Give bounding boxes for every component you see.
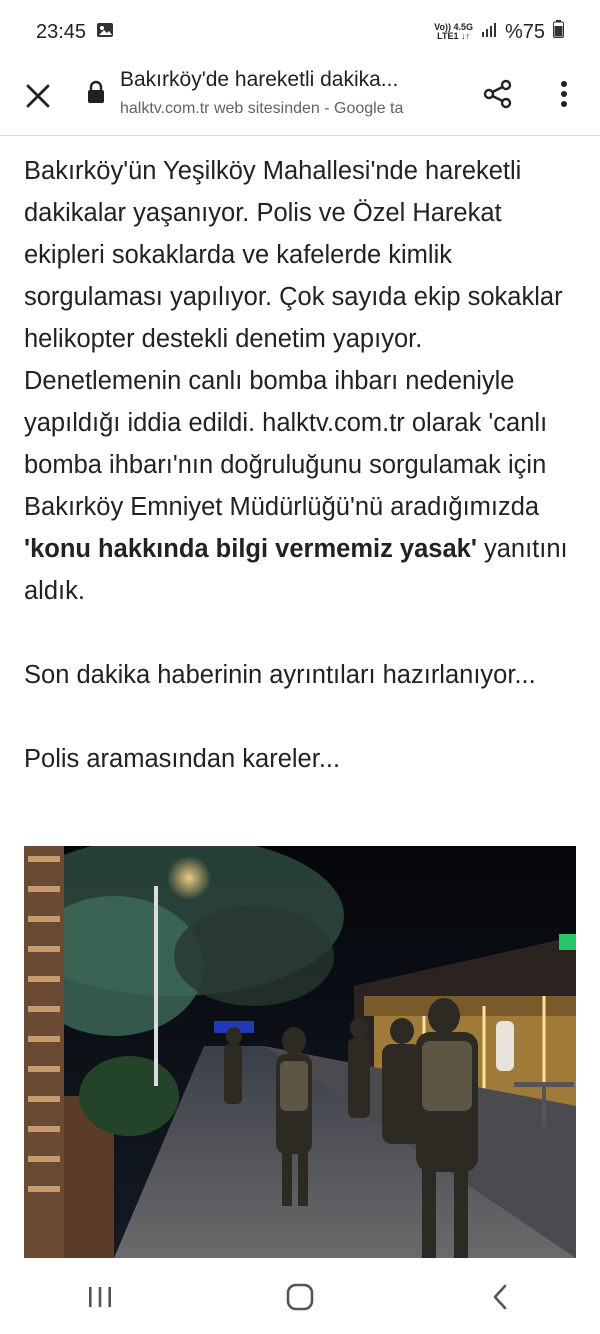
article-paragraph-1: Bakırköy'ün Yeşilköy Mahallesi'nde harek…: [24, 150, 580, 612]
article-body: Bakırköy'ün Yeşilköy Mahallesi'nde harek…: [24, 150, 580, 780]
status-left: 23:45: [36, 21, 114, 44]
police-night-scene-image: [24, 846, 576, 1258]
system-navigation-bar: [0, 1260, 600, 1334]
page-url[interactable]: halktv.com.tr web sitesinden - Google ta: [120, 100, 450, 118]
signal-icon: [481, 21, 497, 44]
network-indicator: Vo)) 4.5G LTE1 ↓↑: [434, 23, 473, 41]
status-bar: 23:45 Vo)) 4.5G LTE1 ↓↑ %75: [0, 0, 600, 64]
more-vert-icon: [561, 81, 567, 107]
page-title[interactable]: Bakırköy'de hareketli dakika...: [120, 68, 460, 92]
status-right: Vo)) 4.5G LTE1 ↓↑ %75: [434, 20, 564, 44]
close-button[interactable]: [20, 78, 56, 114]
status-time: 23:45: [36, 20, 87, 43]
back-button[interactable]: [460, 1267, 540, 1327]
lock-icon: [86, 80, 106, 109]
bold-quote: 'konu hakkında bilgi vermemiz yasak': [24, 535, 477, 563]
article-paragraph-3: Polis aramasından kareler...: [24, 745, 341, 773]
paragraph-1-text: Bakırköy'ün Yeşilköy Mahallesi'nde harek…: [24, 157, 563, 521]
close-icon: [26, 84, 50, 108]
home-button[interactable]: [260, 1267, 340, 1327]
custom-tab-toolbar: Bakırköy'de hareketli dakika... halktv.c…: [0, 64, 600, 136]
more-options-button[interactable]: [548, 74, 580, 114]
back-icon: [493, 1284, 507, 1310]
recents-button[interactable]: [60, 1267, 140, 1327]
battery-percent: %75: [504, 20, 545, 43]
gallery-notification-icon: [96, 21, 114, 44]
battery-icon: [553, 20, 564, 44]
article-paragraph-2: Son dakika haberinin ayrıntıları hazırla…: [24, 661, 536, 689]
share-icon: [483, 79, 512, 109]
share-button[interactable]: [478, 74, 518, 114]
news-photo[interactable]: [24, 846, 576, 1258]
home-icon: [286, 1283, 314, 1311]
network-bottom: LTE1 ↓↑: [437, 31, 470, 41]
recents-icon: [89, 1287, 111, 1307]
